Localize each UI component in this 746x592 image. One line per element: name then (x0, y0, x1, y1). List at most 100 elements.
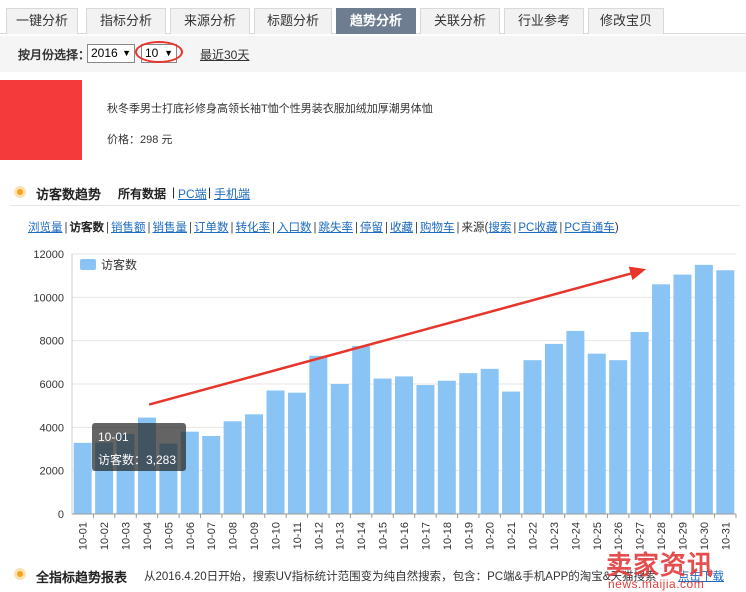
report-title: 全指标趋势报表 (36, 570, 128, 585)
tab-bar: 一键分析 指标分析 来源分析 标题分析 趋势分析 关联分析 行业参考 修改宝贝 (0, 0, 746, 34)
chart-bar (566, 330, 585, 514)
filter-all-data[interactable]: 所有数据 (118, 185, 166, 202)
visitor-bar-chart: 0 2000 4000 6000 8000 10000 12000 10-01 10-02 10… (33, 249, 737, 550)
metric-link-bounce[interactable]: 跳失率 (319, 222, 354, 234)
chart-bar (202, 436, 221, 514)
y-tick-label: 0 (58, 509, 64, 521)
x-tick-label: 10-13 (335, 522, 347, 550)
chart-bar (502, 391, 521, 514)
tooltip-value: 访客数：3,283 (98, 453, 177, 467)
x-tick-label: 10-04 (142, 522, 154, 550)
metric-link-pc-favorites[interactable]: PC收藏 (518, 222, 557, 234)
metric-link-sales-amount[interactable]: 销售额 (111, 222, 146, 234)
chart-bar (673, 274, 692, 514)
y-tick-label: 4000 (40, 422, 64, 434)
report-note: 从2016.4.20日开始，搜索UV指标统计范围变为纯自然搜索，包含：PC端&手… (144, 571, 657, 583)
tab-industry-reference[interactable]: 行业参考 (504, 8, 584, 34)
chart-bar (437, 380, 456, 514)
chart-tooltip: 10-01 访客数：3,283 (92, 423, 186, 471)
x-tick-label: 10-24 (570, 522, 582, 550)
chart-bar (630, 332, 649, 514)
chart-bar (287, 392, 306, 514)
chart-bar (716, 270, 735, 514)
product-price: 价格：298 元 (107, 134, 173, 146)
filter-mobile[interactable]: 手机端 (214, 185, 250, 202)
chart-bar (309, 355, 328, 514)
section-title: 访客数趋势 (36, 187, 102, 202)
y-tick-label: 10000 (33, 292, 64, 304)
chart-bar (373, 378, 392, 514)
separator: | (172, 185, 176, 199)
month-selector-bar: 按月份选择： 2016 ▼ 10 ▼ 最近30天 (0, 36, 746, 72)
metric-link-stay[interactable]: 停留 (360, 222, 383, 234)
chart-bar (544, 343, 563, 514)
y-tick-label: 12000 (33, 249, 64, 261)
chart-bar (266, 390, 285, 514)
metric-link-favorites[interactable]: 收藏 (390, 222, 413, 234)
month-selector-label: 按月份选择： (18, 48, 91, 62)
tooltip-date: 10-01 (98, 430, 129, 444)
x-tick-label: 10-07 (206, 522, 218, 550)
redacted-product-image (0, 80, 82, 160)
filter-pc[interactable]: PC端 (178, 185, 207, 202)
x-tick-label: 10-08 (228, 522, 240, 550)
chart-bar (352, 346, 371, 514)
chart-bar (223, 421, 242, 514)
tab-metric-analysis[interactable]: 指标分析 (86, 8, 166, 34)
chart-bar (480, 368, 499, 514)
x-tick-label: 10-02 (99, 522, 111, 550)
tab-title-analysis[interactable]: 标题分析 (254, 8, 332, 34)
chart-bar (694, 264, 713, 514)
x-tick-label: 10-19 (463, 522, 475, 550)
chart-bar (652, 284, 671, 514)
tab-edit-item[interactable]: 修改宝贝 (588, 8, 664, 34)
x-tick-label: 10-01 (78, 522, 90, 550)
metric-link-search[interactable]: 搜索 (488, 222, 511, 234)
source-prefix: 来源( (461, 222, 489, 234)
chart-bar (395, 376, 413, 514)
tab-source-analysis[interactable]: 来源分析 (170, 8, 250, 34)
chart-bar (523, 360, 542, 514)
source-suffix: ) (614, 222, 619, 234)
metric-link-visitors[interactable]: 访客数 (70, 222, 105, 234)
x-tick-label: 10-11 (292, 522, 304, 549)
metric-link-pc-ztc[interactable]: PC直通车 (564, 222, 614, 234)
chart-bar (587, 353, 606, 514)
x-tick-label: 10-03 (121, 522, 133, 550)
metric-link-cart[interactable]: 购物车 (420, 222, 455, 234)
watermark-logo: 卖家资讯 news.maijia.com (606, 545, 746, 592)
chart-bar (609, 360, 628, 514)
metric-link-pageviews[interactable]: 浏览量 (28, 222, 63, 234)
metric-link-entries[interactable]: 入口数 (277, 222, 312, 234)
y-tick-label: 2000 (40, 466, 64, 478)
x-tick-label: 10-09 (249, 522, 261, 550)
legend-label: 访客数 (101, 257, 137, 272)
x-tick-label: 10-12 (313, 522, 325, 550)
chart-bar (73, 442, 92, 514)
divider (10, 205, 740, 206)
legend-swatch (80, 259, 96, 270)
chart-bar (459, 373, 478, 514)
y-tick-label: 6000 (40, 379, 64, 391)
metric-link-sales-volume[interactable]: 销售量 (153, 222, 188, 234)
x-tick-label: 10-25 (592, 522, 604, 550)
x-tick-label: 10-10 (270, 522, 282, 550)
tab-association-analysis[interactable]: 关联分析 (420, 8, 500, 34)
x-tick-label: 10-14 (356, 522, 368, 550)
x-tick-label: 10-18 (442, 522, 454, 550)
x-tick-label: 10-20 (485, 522, 497, 550)
metric-link-orders[interactable]: 订单数 (194, 222, 229, 234)
year-select[interactable]: 2016 ▼ (87, 44, 135, 63)
y-tick-label: 8000 (40, 336, 64, 348)
watermark-url: news.maijia.com (608, 577, 705, 591)
tab-trend-analysis[interactable]: 趋势分析 (336, 8, 416, 34)
year-select-value: 2016 (91, 46, 118, 60)
chart-bar (330, 384, 349, 514)
x-tick-label: 10-21 (506, 522, 518, 550)
section-bullet-icon (14, 186, 26, 198)
metric-link-conversion[interactable]: 转化率 (236, 222, 271, 234)
tab-one-click-analysis[interactable]: 一键分析 (6, 8, 78, 34)
trend-arrow-head (628, 266, 647, 281)
section-bullet-icon (14, 568, 26, 580)
recent-30-days-link[interactable]: 最近30天 (200, 46, 249, 63)
